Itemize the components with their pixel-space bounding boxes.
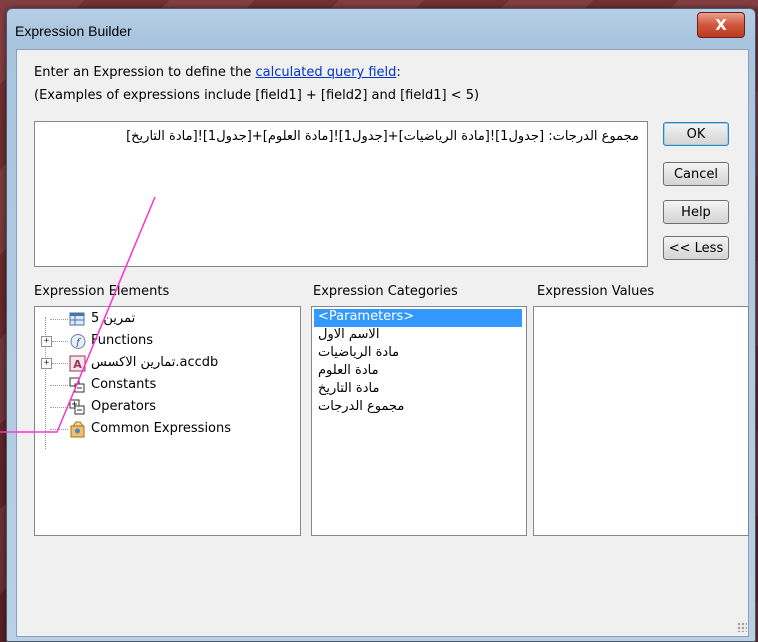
close-button[interactable]: X bbox=[697, 12, 745, 38]
expression-categories-list[interactable]: <Parameters> الاسم الاول مادة الرياضيات … bbox=[311, 306, 527, 536]
expression-values-label: Expression Values bbox=[537, 284, 655, 299]
less-button[interactable]: << Less bbox=[663, 236, 729, 260]
help-button[interactable]: Help bbox=[663, 200, 729, 224]
query-icon bbox=[69, 312, 85, 326]
cancel-button[interactable]: Cancel bbox=[663, 162, 729, 186]
tree-item-constants[interactable]: Constants bbox=[35, 375, 300, 397]
title-bar[interactable]: Expression Builder X bbox=[7, 9, 755, 47]
category-item[interactable]: مادة التاريخ bbox=[314, 381, 383, 399]
tree-item-label: Constants bbox=[91, 377, 157, 392]
expression-elements-tree[interactable]: تمرين 5 + f Functions + A تمارين الاكسس.… bbox=[34, 306, 301, 536]
tree-connector bbox=[50, 385, 68, 386]
tree-connector bbox=[52, 341, 68, 342]
tree-connector bbox=[50, 319, 68, 320]
svg-text:A: A bbox=[73, 358, 82, 371]
expression-input[interactable]: مجموع الدرجات: [جدول1]![مادة الرياضيات]+… bbox=[34, 121, 648, 267]
category-item[interactable]: <Parameters> bbox=[314, 309, 522, 327]
tree-connector bbox=[50, 407, 68, 408]
calculated-query-field-link[interactable]: calculated query field bbox=[256, 65, 397, 80]
tree-item-common-expressions[interactable]: Common Expressions bbox=[35, 419, 300, 441]
category-item[interactable]: مادة الرياضيات bbox=[314, 345, 403, 363]
expression-categories-label: Expression Categories bbox=[313, 284, 458, 299]
dialog-title: Expression Builder bbox=[15, 23, 132, 39]
tree-item-query[interactable]: تمرين 5 bbox=[35, 309, 300, 331]
tree-connector bbox=[52, 363, 68, 364]
constants-icon bbox=[69, 377, 85, 393]
expand-icon[interactable]: + bbox=[41, 336, 52, 347]
common-expressions-icon bbox=[70, 421, 85, 438]
expression-elements-label: Expression Elements bbox=[34, 284, 170, 299]
functions-icon: f bbox=[70, 334, 86, 349]
resize-grip-icon[interactable] bbox=[737, 622, 747, 632]
instruction-text: Enter an Expression to define the bbox=[34, 65, 256, 80]
tree-item-label: تمرين 5 bbox=[91, 311, 136, 326]
tree-item-label: Functions bbox=[91, 333, 154, 348]
category-item[interactable]: مجموع الدرجات bbox=[314, 399, 408, 417]
database-icon: A bbox=[69, 355, 86, 372]
instruction-line-1: Enter an Expression to define the calcul… bbox=[34, 65, 401, 80]
tree-item-label: Common Expressions bbox=[91, 421, 232, 436]
close-icon: X bbox=[715, 16, 727, 34]
tree-item-functions[interactable]: + f Functions bbox=[35, 331, 300, 353]
tree-item-operators[interactable]: Operators bbox=[35, 397, 300, 419]
tree-item-database[interactable]: + A تمارين الاكسس.accdb bbox=[35, 353, 300, 375]
operators-icon bbox=[69, 399, 85, 415]
ok-button[interactable]: OK bbox=[663, 122, 729, 146]
expression-builder-dialog: Expression Builder X Enter an Expression… bbox=[6, 8, 756, 642]
category-item[interactable]: الاسم الاول bbox=[314, 327, 383, 345]
instruction-line-2: (Examples of expressions include [field1… bbox=[34, 88, 480, 103]
expression-values-list[interactable] bbox=[533, 306, 749, 536]
dialog-body: Enter an Expression to define the calcul… bbox=[16, 49, 749, 637]
tree-item-label: تمارين الاكسس.accdb bbox=[91, 355, 219, 370]
instruction-colon: : bbox=[396, 65, 401, 80]
category-item[interactable]: مادة العلوم bbox=[314, 363, 383, 381]
expand-icon[interactable]: + bbox=[41, 358, 52, 369]
tree-connector bbox=[50, 429, 68, 430]
tree-item-label: Operators bbox=[91, 399, 156, 414]
